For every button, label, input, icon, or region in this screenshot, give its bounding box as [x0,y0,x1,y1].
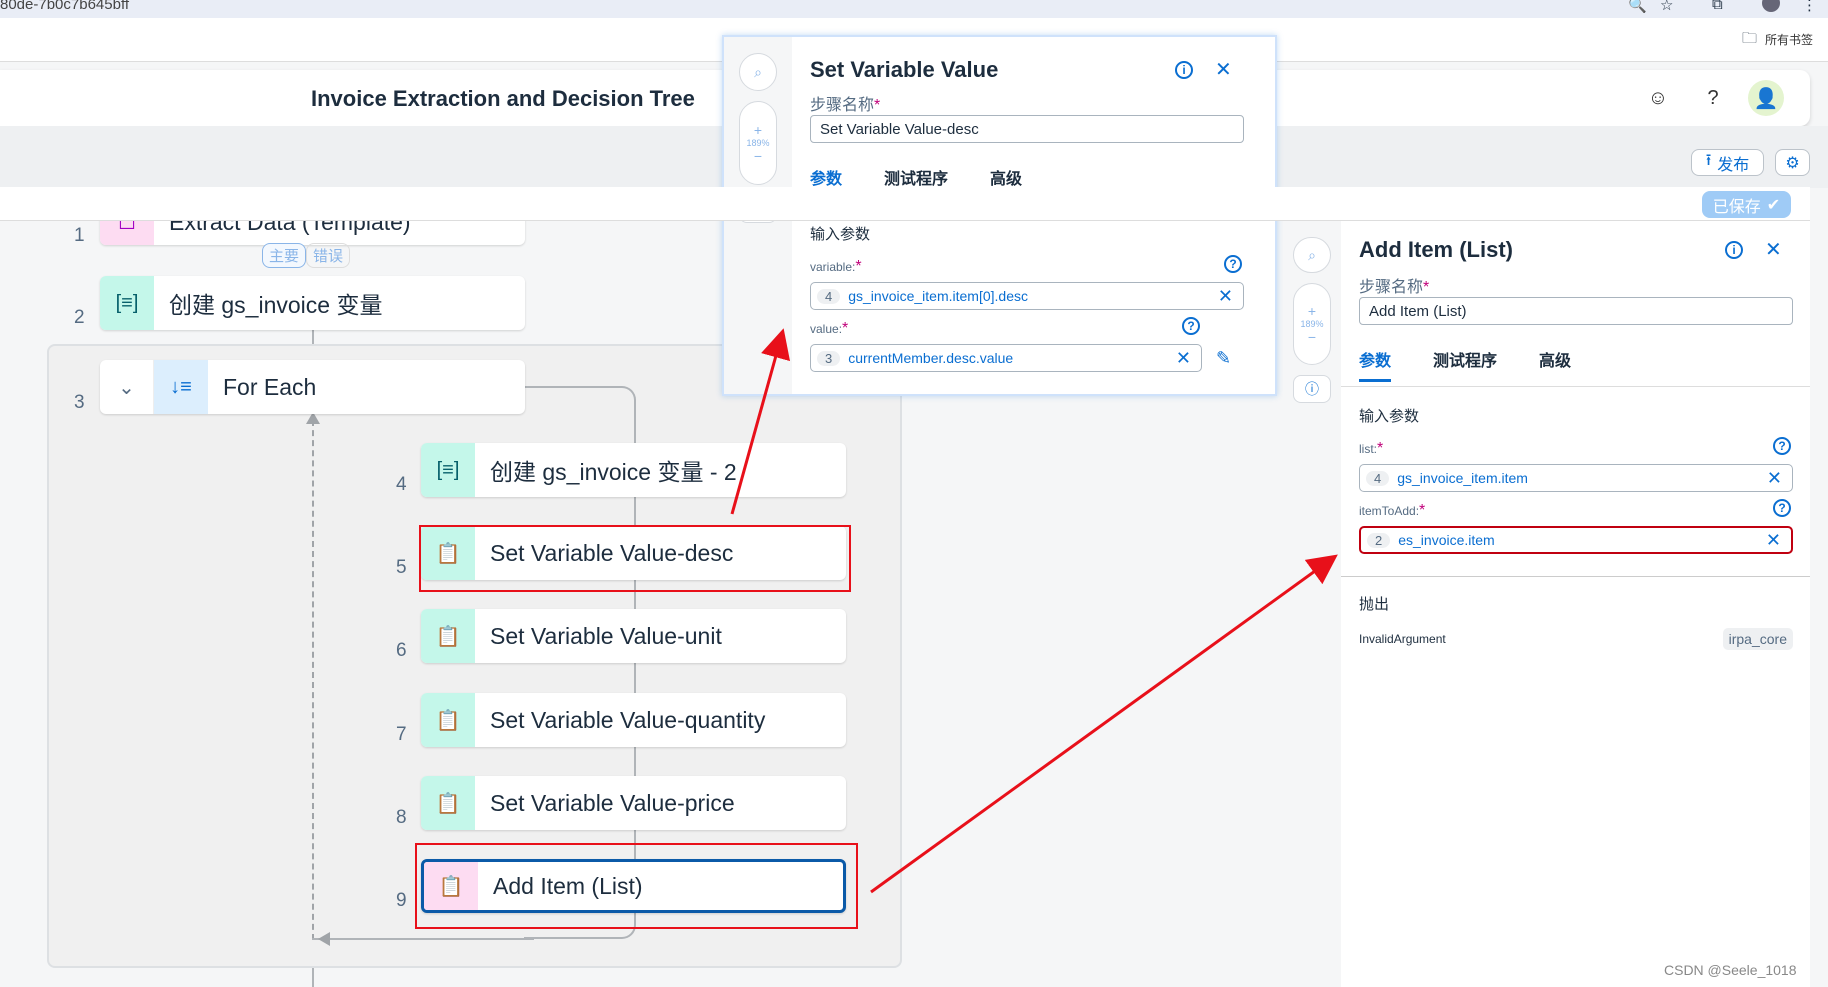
step-number: 1 [74,225,85,246]
zoom-control: +189% − [1293,283,1331,365]
tab-test[interactable]: 测试程序 [884,165,948,189]
param-label: list: [1359,442,1377,456]
highlight-step-5 [419,525,851,592]
chevron-down-icon[interactable]: ⌄ [100,360,154,414]
watermark: CSDN @Seele_1018 [1664,962,1797,978]
step-number: 7 [396,724,407,745]
variable-field[interactable]: 4 gs_invoice_item.item[0].desc ✕ [810,282,1244,310]
value-field[interactable]: 3 currentMember.desc.value ✕ [810,344,1202,372]
item-to-add-field[interactable]: 2 es_invoice.item ✕ [1359,526,1793,554]
zoom-out-button[interactable]: − [1308,329,1316,345]
search-icon[interactable]: ⌕ [739,53,777,91]
gear-icon: ⚙ [1785,154,1800,172]
step-7[interactable]: 📋 Set Variable Value-quantity [421,693,846,747]
add-item-panel: Add Item (List) i ✕ 步骤名称* Add Item (List… [1341,221,1810,987]
clear-icon[interactable]: ✕ [1767,468,1782,489]
info-icon[interactable]: i [1725,241,1743,259]
step-number: 3 [74,392,85,413]
close-icon[interactable]: ✕ [1215,57,1232,82]
step-number: 9 [396,890,407,911]
profile-avatar[interactable] [1762,0,1780,12]
throws-title: 抛出 [1359,596,1390,613]
star-icon[interactable]: ☆ [1660,0,1673,14]
step-3[interactable]: ⌄ ↓≡ For Each [100,360,525,414]
zoom-rail-right: ⌕ +189% − ⓘ [1283,221,1341,987]
check-icon: ✔ [1766,196,1781,214]
help-icon[interactable]: ? [1224,255,1242,273]
upload-icon: ⭱ [1705,152,1712,169]
section-title: 输入参数 [1359,408,1420,425]
tab-main[interactable]: 主要 [262,243,307,268]
zoom-out-button[interactable]: − [754,148,762,164]
clipboard-icon: 📋 [421,776,475,830]
arrow-left-icon [318,932,330,946]
loop-icon: ↓≡ [154,360,208,414]
step-number: 2 [74,307,85,328]
exception-name: InvalidArgument [1359,632,1446,646]
zoom-in-button[interactable]: + [1308,303,1316,319]
variable-icon: [≡] [100,276,154,330]
loop-return-line [312,938,534,940]
param-label: variable: [810,260,856,274]
url-text[interactable]: 80de-7b0c7b645bff [0,0,129,13]
annotation-arrow-2 [870,554,1338,894]
info-icon[interactable]: ⓘ [1293,375,1331,403]
page-title: Invoice Extraction and Decision Tree [311,86,695,111]
clear-icon[interactable]: ✕ [1176,348,1191,369]
help-icon[interactable]: ? [1773,437,1791,455]
feedback-icon[interactable]: ☺ [1640,80,1676,116]
info-icon[interactable]: i [1175,61,1193,79]
help-icon[interactable]: ? [1773,499,1791,517]
step-name-label: 步骤名称 [810,97,875,114]
step-number: 8 [396,807,407,828]
extension-icon[interactable]: ⧉ [1712,0,1723,13]
edit-expression-icon[interactable]: ✎ [1216,348,1231,369]
browser-address-bar: 80de-7b0c7b645bff 🔍 ☆ ⧉ ⋮ [0,0,1828,18]
strip-cover [0,187,1810,221]
clipboard-icon: 📋 [421,609,475,663]
zoom-icon[interactable]: 🔍 [1628,0,1647,14]
step-8[interactable]: 📋 Set Variable Value-price [421,776,846,830]
step-4[interactable]: [≡] 创建 gs_invoice 变量 - 2 [421,443,846,497]
tab-test[interactable]: 测试程序 [1433,347,1497,371]
tab-advanced[interactable]: 高级 [1539,347,1571,371]
step-number: 6 [396,640,407,661]
clear-icon[interactable]: ✕ [1218,286,1233,307]
variable-icon: [≡] [421,443,475,497]
settings-button[interactable]: ⚙ [1775,149,1810,176]
branch-tabs: 主要 错误 [262,243,351,268]
step-number: 5 [396,557,407,578]
step-6[interactable]: 📋 Set Variable Value-unit [421,609,846,663]
highlight-step-9 [415,843,858,929]
step-2[interactable]: [≡] 创建 gs_invoice 变量 [100,276,525,330]
step-number: 4 [396,474,407,495]
section-title: 输入参数 [810,226,871,243]
param-label: itemToAdd: [1359,504,1420,518]
param-label: value: [810,322,843,336]
publish-button[interactable]: ⭱ 发布 [1691,149,1764,176]
step-name-label: 步骤名称 [1359,279,1424,296]
tab-advanced[interactable]: 高级 [990,165,1022,189]
saved-button-overlay[interactable]: 已保存 ✔ [1702,191,1791,218]
user-avatar[interactable]: 👤 [1748,80,1784,116]
step-name-input[interactable]: Set Variable Value-desc [810,115,1244,143]
tab-error[interactable]: 错误 [306,243,351,268]
clear-icon[interactable]: ✕ [1766,530,1781,551]
close-icon[interactable]: ✕ [1765,237,1782,262]
module-badge: irpa_core [1722,628,1793,650]
search-icon[interactable]: ⌕ [1293,237,1331,273]
help-icon[interactable]: ? [1695,80,1731,116]
list-field[interactable]: 4 gs_invoice_item.item ✕ [1359,464,1793,492]
loop-back-line [312,420,314,940]
clipboard-icon: 📋 [421,693,475,747]
menu-icon[interactable]: ⋮ [1802,0,1817,14]
step-name-input[interactable]: Add Item (List) [1359,297,1793,325]
zoom-in-button[interactable]: + [754,122,762,138]
help-icon[interactable]: ? [1182,317,1200,335]
all-bookmarks[interactable]: 所有书签 [1765,31,1813,48]
tab-params[interactable]: 参数 [1359,347,1392,382]
folder-icon: 🗀 [1742,30,1758,47]
